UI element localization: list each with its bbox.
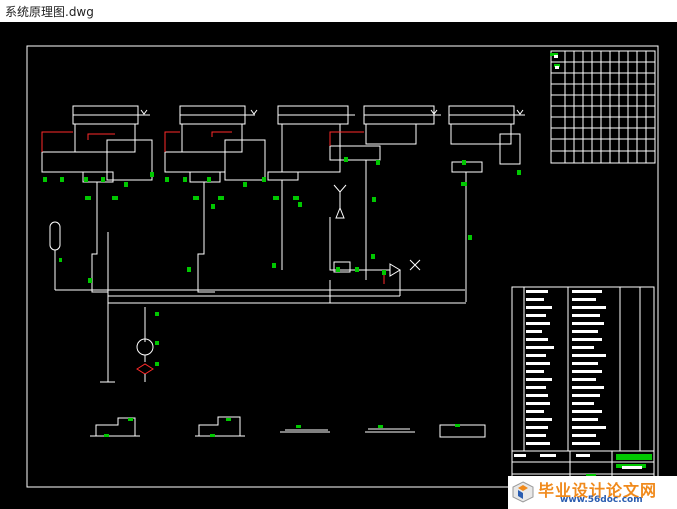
valve-group-2 [164, 139, 266, 204]
action-sequence-table [550, 50, 656, 164]
cylinder-4 [363, 105, 441, 145]
line-a [91, 204, 108, 293]
hydraulic-schematic [26, 45, 659, 488]
watermark-url: www.56doc.com [560, 495, 643, 505]
window-titlebar: 系统原理图.dwg [0, 0, 677, 23]
exhaust-x [409, 259, 421, 271]
check-valve [389, 263, 401, 277]
accumulator [49, 221, 61, 251]
watermark-banner: 毕业设计论文网 www.56doc.com [508, 476, 677, 509]
line-b [197, 204, 215, 293]
part-view-2 [198, 416, 241, 437]
throttle [335, 206, 345, 219]
cylinder-2 [179, 105, 255, 153]
cylinder-1 [72, 105, 150, 153]
cylinder-3 [277, 105, 355, 173]
drawing-border [26, 45, 659, 488]
part-view-5 [439, 424, 486, 438]
valve-group-3 [267, 171, 299, 181]
drawing-canvas[interactable] [0, 22, 677, 509]
watermark-logo-icon [512, 481, 534, 503]
cylinder-5 [448, 105, 525, 165]
exhaust-y [333, 184, 347, 193]
filter [136, 363, 154, 375]
window-title: 系统原理图.dwg [5, 5, 94, 19]
